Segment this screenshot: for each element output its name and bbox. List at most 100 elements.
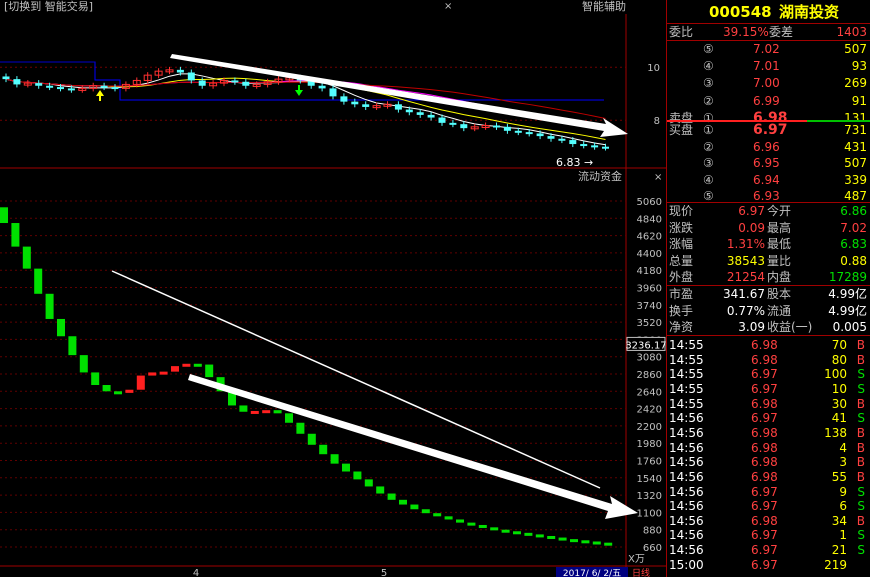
- price-tick-label: 8: [654, 116, 660, 127]
- fund-bar: [205, 364, 214, 378]
- fund-bar: [273, 410, 282, 414]
- fund-label: 股本: [767, 287, 792, 301]
- smart-assist-label[interactable]: 智能辅助: [582, 0, 626, 14]
- tick-price: 6.98: [751, 338, 778, 352]
- tick-volume: 41: [831, 411, 847, 426]
- fund-bar: [285, 413, 293, 423]
- fund-bar: [114, 391, 122, 395]
- candle-body: [362, 104, 370, 107]
- fund-bar: [102, 385, 111, 392]
- tick-side: S: [857, 411, 865, 426]
- tick-side: S: [857, 484, 865, 499]
- y-tick-label: 2420: [637, 405, 662, 416]
- sell-order-row: ⑤ 7.02 507: [667, 41, 870, 57]
- y-tick-label: 5060: [637, 197, 662, 208]
- quote-label: 今开: [767, 204, 792, 218]
- fund-bar: [456, 519, 464, 523]
- tick-volume: 219: [824, 557, 847, 572]
- tick-price: 6.98: [751, 455, 778, 470]
- order-level: ④: [703, 172, 714, 187]
- fund-bar: [342, 463, 350, 472]
- fund-bar: [57, 318, 65, 337]
- tick-price: 6.97: [751, 528, 778, 543]
- fund-bar: [604, 542, 613, 546]
- tick-price: 6.97: [751, 411, 778, 426]
- fund-bar: [364, 479, 373, 487]
- fund-value: 3.09: [738, 320, 765, 335]
- fund-bar: [478, 524, 487, 528]
- tick-time: 14:56: [669, 528, 704, 543]
- fund-value: 0.77%: [726, 303, 765, 318]
- candle-body: [100, 85, 108, 88]
- ma5-line: [5, 73, 606, 146]
- tick-row: 14:56 6.98 55 B: [667, 469, 870, 485]
- tick-volume: 9: [839, 484, 847, 499]
- fund-bar: [68, 336, 77, 356]
- tick-time: 14:55: [669, 338, 704, 352]
- fund-bar: [581, 540, 590, 544]
- tick-price: 6.97: [751, 381, 778, 396]
- tick-price: 6.98: [751, 440, 778, 455]
- order-volume: 339: [844, 172, 867, 187]
- sell-order-row: ③ 7.00 269: [667, 75, 870, 91]
- tick-price: 6.97: [751, 557, 778, 572]
- tick-price: 6.98: [751, 425, 778, 440]
- candle-body: [427, 114, 435, 118]
- tick-volume: 3: [839, 455, 847, 470]
- order-level: ②: [703, 139, 714, 154]
- chart-canvas: 10 8 6.83 →流动资金 × 5060 4840 4620 4400 4180 3960 37…: [0, 14, 666, 577]
- indicator-close-icon: ×: [654, 172, 662, 183]
- tick-time: 14:55: [669, 396, 704, 411]
- order-price: 6.94: [753, 172, 780, 187]
- candle-body: [318, 85, 326, 89]
- tick-row: 14:56 6.97 9 S: [667, 484, 870, 500]
- quote-value: 0.88: [840, 253, 867, 268]
- tick-side: S: [857, 381, 865, 396]
- tick-row: 14:56 6.97 21 S: [667, 542, 870, 558]
- trend-arrow-icon: [188, 374, 638, 519]
- date-label: 2017/ 6/ 2/五: [563, 569, 621, 577]
- period-label: 日线: [632, 567, 650, 577]
- quote-value: 38543: [726, 253, 765, 268]
- order-price: 7.00: [753, 76, 780, 91]
- fund-bar: [444, 516, 453, 520]
- fund-label: 收益(一): [767, 320, 813, 335]
- tick-time: 14:56: [669, 499, 704, 514]
- trend-arrow-icon: [170, 54, 628, 137]
- fund-bar: [148, 372, 157, 376]
- quote-label: 总量: [669, 253, 694, 268]
- candle-body: [198, 80, 206, 86]
- candle-body: [525, 132, 533, 135]
- price-tick-label: 10: [647, 63, 660, 74]
- order-volume: 731: [844, 123, 867, 137]
- order-price: 6.95: [753, 156, 780, 171]
- candle-body: [405, 109, 413, 113]
- tick-row: 14:56 6.98 138 B: [667, 425, 870, 441]
- order-level: ④: [703, 59, 714, 74]
- candle-body: [569, 140, 577, 145]
- order-volume: 507: [844, 42, 867, 56]
- tick-row: 14:56 6.98 3 B: [667, 454, 870, 470]
- y-tick-label: 2860: [637, 370, 662, 381]
- y-tick-label: 3960: [637, 284, 662, 295]
- candle-body: [329, 88, 337, 97]
- tick-price: 6.98: [751, 513, 778, 528]
- fund-bar: [262, 410, 271, 414]
- candle-body: [416, 112, 424, 115]
- switch-to-smart-trade-link[interactable]: [切换到 智能交易]: [4, 0, 93, 14]
- fund-bar: [45, 293, 54, 319]
- y-tick-label: 660: [643, 543, 662, 554]
- quote-label: 现价: [669, 204, 694, 218]
- x-tick-label: 5: [381, 568, 387, 577]
- tick-row: 14:55 6.97 100 S: [667, 366, 870, 382]
- tick-time: 14:55: [669, 367, 704, 382]
- close-icon[interactable]: ×: [444, 0, 452, 14]
- chart-topbar: [切换到 智能交易] × 智能辅助: [0, 0, 666, 14]
- candle-body: [46, 85, 54, 88]
- candle-body: [580, 144, 588, 147]
- unit-label: X万: [628, 554, 645, 565]
- quote-value: 7.02: [840, 220, 867, 235]
- tick-price: 6.97: [751, 543, 778, 558]
- tick-side: B: [856, 396, 865, 411]
- y-tick-label: 3740: [637, 301, 662, 312]
